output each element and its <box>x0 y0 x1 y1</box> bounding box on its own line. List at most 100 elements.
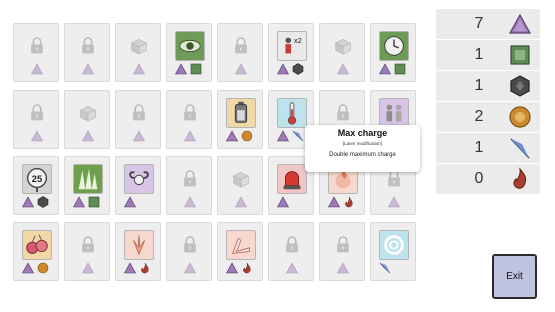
slot-picture <box>22 98 52 128</box>
green-cost-icon <box>190 63 202 75</box>
slot-picture <box>124 31 154 61</box>
resource-row-orange-orb: 2 <box>436 102 540 132</box>
resource-count: 1 <box>474 77 484 94</box>
tooltip-title: Max charge <box>337 128 388 138</box>
dark-cost-icon <box>292 63 304 75</box>
box-icon <box>232 171 250 188</box>
upgrade-slot[interactable] <box>13 222 59 281</box>
upgrade-slot[interactable] <box>217 90 263 149</box>
purple-cost-icon <box>286 262 298 274</box>
purple-cost-icon <box>22 262 34 274</box>
unavailable-slot[interactable] <box>64 90 110 149</box>
unavailable-slot[interactable] <box>319 23 365 82</box>
slot-picture <box>226 98 256 128</box>
slot-picture <box>73 98 103 128</box>
blue-cost-icon <box>379 262 391 274</box>
locked-slot[interactable] <box>64 222 110 281</box>
slot-costs <box>133 63 145 75</box>
lock-icon <box>184 104 196 121</box>
green-spikes-icon <box>78 168 98 190</box>
slot-picture: 25 <box>22 164 52 194</box>
slot-costs <box>328 196 355 208</box>
lock-icon <box>133 104 145 121</box>
slot-costs <box>175 63 202 75</box>
battery-icon <box>234 101 248 123</box>
locked-slot[interactable] <box>13 23 59 82</box>
locked-slot[interactable] <box>319 222 365 281</box>
purple-cost-icon <box>379 63 391 75</box>
upgrade-slot[interactable] <box>370 222 416 281</box>
locked-slot[interactable] <box>166 222 212 281</box>
purple-cost-icon <box>235 196 247 208</box>
slot-costs <box>22 196 49 208</box>
resource-count: 1 <box>474 139 484 156</box>
upgrade-slot[interactable]: x2 <box>268 23 314 82</box>
purple-cost-icon <box>82 130 94 142</box>
red-cost-icon <box>141 262 149 274</box>
purple-cost-icon <box>337 63 349 75</box>
purple-cost-icon <box>184 196 196 208</box>
green-cube-icon <box>510 45 530 65</box>
purple-cost-icon <box>277 196 289 208</box>
purple-cost-icon <box>184 130 196 142</box>
exit-button[interactable]: Exit <box>492 254 537 299</box>
upgrade-slot[interactable]: 25 <box>13 156 59 215</box>
blue-cost-icon <box>292 130 304 142</box>
upgrade-slot[interactable] <box>64 156 110 215</box>
slot-picture <box>124 98 154 128</box>
slot-costs <box>337 63 349 75</box>
slot-costs <box>379 262 391 274</box>
slot-costs <box>82 262 94 274</box>
upgrade-slot[interactable] <box>217 222 263 281</box>
slot-costs <box>286 262 298 274</box>
tooltip-description: Double maximum charge <box>329 152 396 158</box>
upgrade-slot[interactable] <box>115 156 161 215</box>
purple-cost-icon <box>337 262 349 274</box>
lock-icon <box>337 104 349 121</box>
slot-costs <box>22 262 49 274</box>
slot-picture <box>226 164 256 194</box>
lock-icon <box>337 236 349 253</box>
lock-icon <box>235 37 247 54</box>
resource-panel: 7 1 1 2 1 0 <box>436 9 540 195</box>
locked-slot[interactable] <box>64 23 110 82</box>
resource-row-red-flame: 0 <box>436 164 540 194</box>
purple-cost-icon <box>73 196 85 208</box>
purple-cost-icon <box>133 63 145 75</box>
purple-cost-icon <box>31 130 43 142</box>
slot-picture <box>379 230 409 260</box>
locked-slot[interactable] <box>268 222 314 281</box>
orange-orb-icon <box>509 106 531 128</box>
resource-count: 1 <box>474 46 484 63</box>
upgrade-slot[interactable] <box>166 23 212 82</box>
lock-icon <box>31 104 43 121</box>
unavailable-slot[interactable] <box>115 23 161 82</box>
resource-row-purple-crystal: 7 <box>436 9 540 39</box>
locked-slot[interactable] <box>115 90 161 149</box>
resource-count: 2 <box>474 108 484 125</box>
slot-costs <box>124 196 136 208</box>
resource-row-blue-shard: 1 <box>436 133 540 163</box>
purple-cost-icon <box>31 63 43 75</box>
purple-cost-icon <box>82 262 94 274</box>
locked-slot[interactable] <box>217 23 263 82</box>
locked-slot[interactable] <box>166 156 212 215</box>
slot-costs <box>82 63 94 75</box>
resource-count: 0 <box>474 170 484 187</box>
upgrade-slot[interactable] <box>370 23 416 82</box>
purple-cost-icon <box>124 262 136 274</box>
purple-cost-icon <box>277 63 289 75</box>
upgrade-slot[interactable] <box>115 222 161 281</box>
locked-slot[interactable] <box>166 90 212 149</box>
locked-slot[interactable] <box>13 90 59 149</box>
slot-costs <box>226 262 253 274</box>
slot-picture <box>328 230 358 260</box>
unavailable-slot[interactable] <box>217 156 263 215</box>
purple-crystal-icon <box>508 13 532 34</box>
lock-icon <box>31 37 43 54</box>
upgrade-tooltip: Max charge (Laser modification) Double m… <box>305 125 420 172</box>
slot-picture <box>226 230 256 260</box>
slot-costs <box>184 262 196 274</box>
slot-costs <box>337 262 349 274</box>
purple-cost-icon <box>226 130 238 142</box>
